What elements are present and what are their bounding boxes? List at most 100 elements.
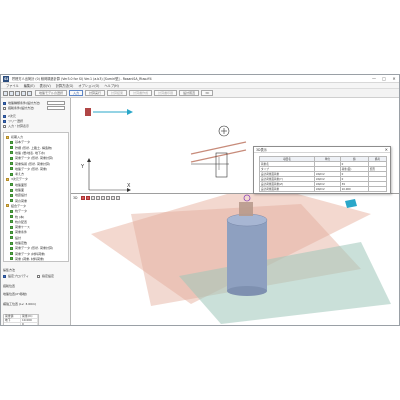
tree-item[interactable]: 地盤 (層/地表, 地下水) — [10, 151, 45, 155]
radio-icon[interactable] — [3, 101, 6, 105]
fit-icon[interactable] — [96, 196, 101, 200]
tree-item[interactable]: 設計 — [10, 236, 21, 240]
top-view-icon[interactable] — [111, 196, 116, 200]
close-icon[interactable]: ✕ — [385, 147, 388, 152]
option-row[interactable]: 掘削条件(設計方法) — [3, 106, 34, 110]
tree-item[interactable]: 杭の配置 — [10, 220, 27, 224]
new-file-icon[interactable] — [3, 90, 8, 96]
tree-item[interactable]: 荷重データ (形状, 荷重計算) — [10, 246, 53, 250]
option-row[interactable]: 2次元 — [3, 114, 16, 118]
print-report-button[interactable]: 計算書印刷 — [154, 90, 178, 96]
zoom-icon[interactable] — [91, 196, 96, 200]
tree-item-label: 設計 — [15, 235, 22, 240]
tree-item[interactable]: 地盤データ (形状, 荷重) — [10, 167, 47, 171]
load-box — [239, 202, 253, 216]
side-view-icon[interactable] — [106, 196, 111, 200]
radio-icon[interactable] — [3, 106, 6, 110]
tree-item[interactable]: 荷重 (荷重, 材料荷重) — [10, 257, 44, 261]
option-row[interactable]: ツリー選択 — [3, 119, 23, 123]
item-icon — [10, 188, 13, 192]
pan-icon[interactable] — [86, 196, 91, 200]
tree-item[interactable]: 地盤定数 — [10, 241, 27, 245]
toolbar: 地盤モデルの選択 入力 計算実行 計算結果 計算書作成 計算書印刷 設計照査 3… — [1, 89, 399, 98]
maximize-icon[interactable]: □ — [379, 76, 389, 81]
tree-item-label: 荷重条件 — [15, 230, 28, 235]
item-icon — [10, 246, 13, 250]
option-select[interactable] — [47, 106, 65, 110]
model-view-3d[interactable]: 3D — [71, 194, 399, 325]
info-dialog[interactable]: 3D表示 ✕ 項目名 単位 値 備考 荷重名 0 タイプ 荷重(面) 矩形 設計… — [253, 146, 391, 194]
tree-item-label: 杭データ — [15, 209, 28, 214]
option-row[interactable]: 地盤種類条件(設計方法) — [3, 101, 40, 105]
tree-item[interactable]: 3次元データ — [6, 177, 28, 181]
reinforcement-position-label: 補強工位置 (Lv: 3.00m) — [3, 302, 37, 306]
setting-tab[interactable]: 指定設定 — [37, 274, 54, 278]
input-button[interactable]: 入力 — [69, 90, 84, 96]
option-row[interactable]: 入力・計算表示 — [3, 124, 29, 128]
tree-item[interactable]: 荷重データ (形状, 荷重計算) — [10, 156, 53, 160]
close-icon[interactable]: ✕ — [389, 76, 399, 81]
make-report-button[interactable]: 計算書作成 — [129, 90, 153, 96]
radio-icon[interactable] — [37, 274, 40, 278]
menu-calc[interactable]: 計算方法(G) — [56, 83, 74, 88]
tree-item-label: 荷重 (荷重, 材料荷重) — [15, 256, 45, 261]
checkbox-icon[interactable] — [3, 124, 6, 128]
design-check-button[interactable]: 設計照査 — [179, 90, 200, 96]
view3d-toolbar: 3D — [73, 196, 121, 200]
reset-view-icon[interactable] — [116, 196, 121, 200]
tree-item[interactable]: 荷重条件 — [10, 230, 27, 234]
front-view-icon[interactable] — [101, 196, 106, 200]
tree-item[interactable]: 荷の荷重 — [10, 199, 27, 203]
item-icon — [10, 193, 13, 197]
tree-item[interactable]: 荷重情報 (形状, 荷重計算) — [10, 162, 50, 166]
input-tree: 初期入力 基本データ貯槽 (形状, 上載土, 構造物) 地盤 (層/地表, 地下水)… — [3, 132, 69, 262]
rotate-icon[interactable] — [81, 196, 86, 200]
tree-item[interactable]: 荷重データ (材料荷重) — [10, 252, 45, 256]
checkbox-icon[interactable] — [3, 114, 6, 118]
property-tab[interactable]: 設定プロパティ — [3, 274, 29, 278]
menu-view[interactable]: 表示(V) — [40, 83, 51, 88]
tree-item[interactable]: 杭 (本) — [10, 215, 24, 219]
ground-model-button[interactable]: 地盤モデルの選択 — [35, 90, 68, 96]
tree-item[interactable]: 荷重ケース — [10, 225, 30, 229]
save-icon[interactable] — [15, 90, 20, 96]
view-3d-button[interactable]: 3D — [201, 90, 214, 96]
tree-item[interactable]: 地盤面形 — [10, 183, 27, 187]
tree-item[interactable]: 地盤面 — [10, 188, 24, 192]
item-icon — [10, 199, 13, 203]
menu-edit[interactable]: 編集(E) — [24, 83, 35, 88]
y-axis-label: Y — [80, 164, 85, 170]
open-folder-icon[interactable] — [9, 90, 14, 96]
tree-item[interactable]: 結合データ — [6, 204, 26, 208]
tree-item-label: 荷重情報 (形状, 荷重計算) — [15, 161, 51, 166]
minimize-icon[interactable]: — — [369, 76, 379, 81]
item-icon — [10, 172, 13, 176]
option-select[interactable] — [47, 101, 65, 105]
menu-file[interactable]: ファイル — [6, 83, 19, 88]
tree-item-label: 荷重ケース — [15, 225, 30, 230]
tree-item[interactable]: 考え方 — [10, 172, 24, 176]
item-icon — [10, 209, 13, 213]
tree-item[interactable]: 地震設計 — [10, 193, 27, 197]
run-calc-button[interactable]: 計算実行 — [85, 90, 106, 96]
help-icon[interactable] — [27, 90, 32, 96]
radio-icon[interactable] — [3, 274, 6, 278]
item-icon — [10, 220, 13, 224]
table-row[interactable]: 設計荷重面荷重 kN/m2 10.000 — [258, 186, 388, 192]
tree-item[interactable]: 杭データ — [10, 209, 27, 213]
grid-row[interactable]: 0 — [4, 323, 38, 325]
menu-help[interactable]: ヘルプ(H) — [104, 83, 118, 88]
menu-options[interactable]: オプション(O) — [78, 83, 99, 88]
calc-result-button[interactable]: 計算結果 — [107, 90, 128, 96]
tree-item[interactable]: 初期入力 — [6, 135, 23, 139]
item-icon — [10, 225, 13, 229]
tree-item[interactable]: 基本データ — [10, 140, 30, 144]
tree-item-label: 結合データ — [11, 203, 27, 208]
tree-item[interactable]: 貯槽 (形状, 上載土, 構造物) — [10, 146, 52, 150]
direction-arrow-icon — [127, 109, 133, 115]
title-bar: SI 貯槽方人出荷計 (0) 積荷構造計算 (Ver3.0 for SI) Ve… — [1, 75, 399, 83]
checkbox-icon[interactable] — [3, 119, 6, 123]
app-window: SI 貯槽方人出荷計 (0) 積荷構造計算 (Ver3.0 for SI) Ve… — [0, 74, 400, 326]
tree-item-label: 荷重データ (形状, 荷重計算) — [15, 156, 54, 161]
print-icon[interactable] — [21, 90, 26, 96]
